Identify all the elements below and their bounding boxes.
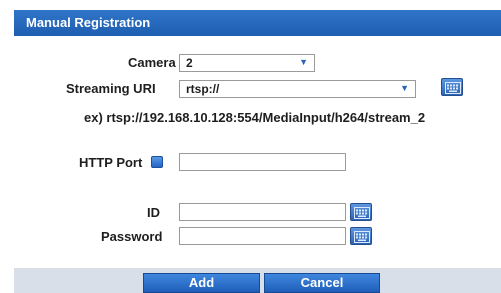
password-input[interactable] bbox=[179, 227, 346, 245]
chevron-down-icon: ▼ bbox=[400, 83, 409, 93]
id-input[interactable] bbox=[179, 203, 346, 221]
password-label: Password bbox=[101, 229, 163, 244]
camera-label: Camera bbox=[128, 55, 176, 70]
streaming-uri-label: Streaming URI bbox=[66, 81, 156, 96]
dialog-title-bar: Manual Registration bbox=[14, 10, 501, 36]
camera-select-value: 2 bbox=[186, 56, 193, 70]
keyboard-icon[interactable] bbox=[441, 78, 463, 96]
keyboard-icon[interactable] bbox=[350, 227, 372, 245]
chevron-down-icon: ▼ bbox=[299, 57, 308, 67]
cancel-button[interactable]: Cancel bbox=[264, 273, 380, 293]
http-port-label: HTTP Port bbox=[79, 155, 143, 170]
id-label: ID bbox=[147, 205, 160, 220]
manual-registration-dialog: Manual Registration Camera 2 ▼ Streaming… bbox=[0, 0, 501, 293]
checkbox-icon[interactable] bbox=[151, 156, 163, 168]
streaming-uri-select[interactable]: rtsp:// ▼ bbox=[179, 80, 416, 98]
keyboard-icon[interactable] bbox=[350, 203, 372, 221]
streaming-uri-value: rtsp:// bbox=[186, 82, 220, 96]
camera-select[interactable]: 2 ▼ bbox=[179, 54, 315, 72]
uri-example-text: ex) rtsp://192.168.10.128:554/MediaInput… bbox=[84, 110, 426, 125]
add-button[interactable]: Add bbox=[143, 273, 260, 293]
dialog-title: Manual Registration bbox=[26, 15, 151, 30]
http-port-input[interactable] bbox=[179, 153, 346, 171]
